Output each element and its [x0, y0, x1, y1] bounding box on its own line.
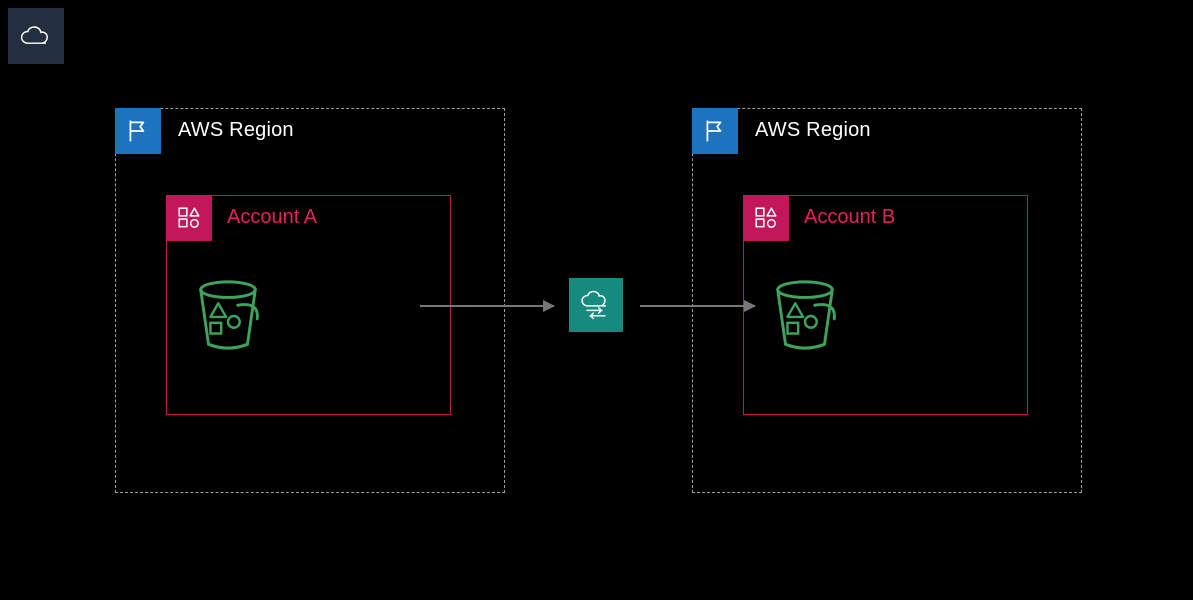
arrow-a-to-transfer [420, 305, 554, 307]
account-badge [166, 195, 212, 241]
account-a-label: Account A [227, 206, 317, 229]
account-b-label: Account B [804, 206, 895, 229]
region-a-box: AWS Region Account A [115, 108, 505, 493]
flag-icon [125, 118, 151, 144]
shapes-icon [753, 205, 779, 231]
account-b-box: Account B [743, 195, 1028, 415]
shapes-icon [176, 205, 202, 231]
region-b-label: AWS Region [755, 119, 871, 142]
bucket-icon [189, 276, 267, 354]
region-flag-badge [115, 108, 161, 154]
region-flag-badge [692, 108, 738, 154]
s3-bucket-b [766, 276, 844, 354]
cloud-icon [18, 24, 54, 48]
account-a-box: Account A [166, 195, 451, 415]
cloud-transfer-icon [578, 290, 614, 320]
arrow-transfer-to-b [640, 305, 755, 307]
s3-bucket-a [189, 276, 267, 354]
aws-cloud-badge [8, 8, 64, 64]
bucket-icon [766, 276, 844, 354]
account-badge [743, 195, 789, 241]
region-a-label: AWS Region [178, 119, 294, 142]
flag-icon [702, 118, 728, 144]
datasync-badge [569, 278, 623, 332]
